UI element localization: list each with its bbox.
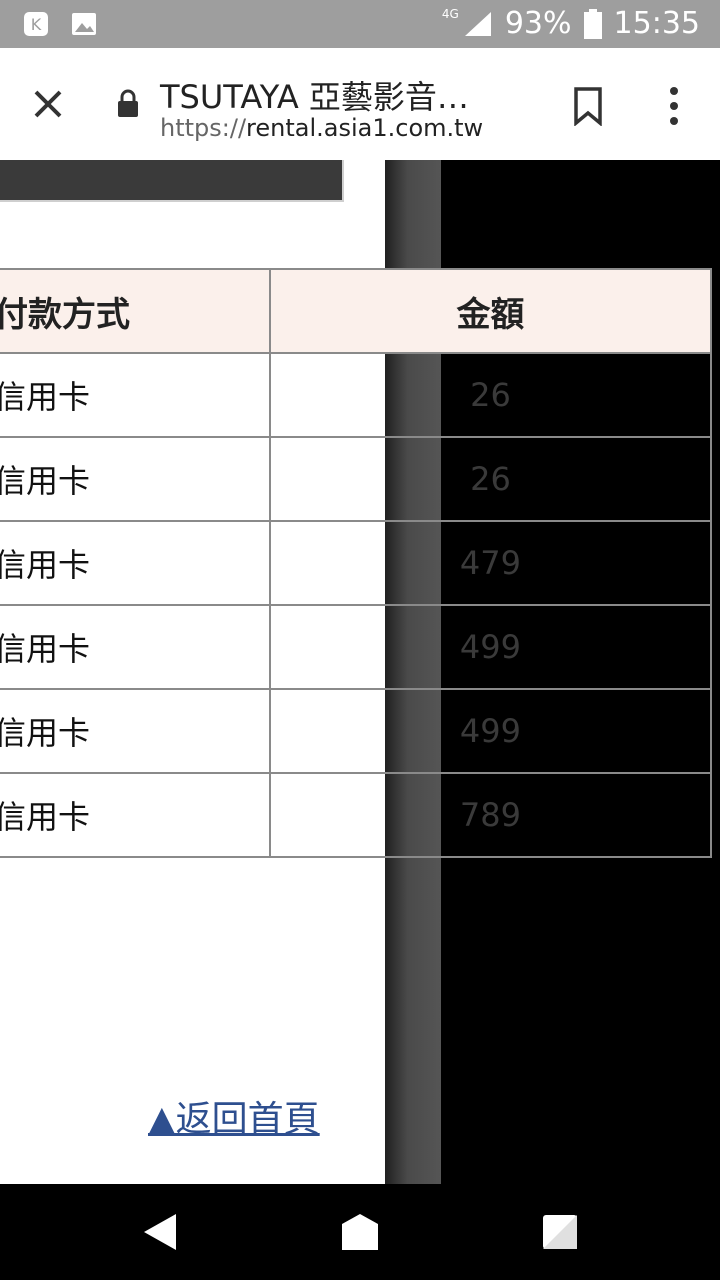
lock-icon[interactable] <box>116 88 140 118</box>
table-row: 信用卡 26 <box>0 352 713 438</box>
svg-text:K: K <box>31 15 42 34</box>
bookmark-icon[interactable] <box>572 86 604 126</box>
table-row: 信用卡 499 <box>0 688 713 774</box>
system-nav-bar <box>0 1184 720 1280</box>
payment-method-cell: 信用卡 <box>0 436 271 522</box>
payment-method-cell: 信用卡 <box>0 352 271 438</box>
status-bar: K 4G 93% 15:35 <box>0 0 720 48</box>
clock: 15:35 <box>613 6 700 41</box>
app-notification-icon: K <box>24 12 48 36</box>
amount-cell: 499 <box>268 604 713 690</box>
amount-cell: 26 <box>268 352 713 438</box>
header-amount: 金額 <box>268 268 713 354</box>
table-row: 信用卡 26 <box>0 436 713 522</box>
amount-cell: 789 <box>268 772 713 858</box>
payment-method-cell: 信用卡 <box>0 604 271 690</box>
url-scheme: https:// <box>160 114 247 142</box>
page-url[interactable]: https://rental.asia1.com.tw <box>160 114 483 142</box>
amount-cell: 26 <box>268 436 713 522</box>
web-content: 付款方式 金額 信用卡 26 信用卡 26 信用卡 479 信用卡 499 信用 <box>0 160 720 1184</box>
signal-icon <box>464 11 491 36</box>
battery-percent: 93% <box>504 6 572 41</box>
image-notification-icon <box>72 13 96 35</box>
network-type: 4G <box>441 6 459 21</box>
amount-cell: 499 <box>268 688 713 774</box>
top-banner <box>0 160 344 202</box>
more-options-icon[interactable] <box>662 84 686 128</box>
home-icon[interactable] <box>340 1212 380 1252</box>
close-icon[interactable] <box>28 84 68 124</box>
payment-method-cell: 信用卡 <box>0 520 271 606</box>
payment-method-cell: 信用卡 <box>0 772 271 858</box>
back-to-home-link[interactable]: ▲返回首頁 <box>148 1090 320 1142</box>
transactions-table: 付款方式 金額 信用卡 26 信用卡 26 信用卡 479 信用卡 499 信用 <box>0 268 713 858</box>
browser-toolbar: TSUTAYA 亞藝影音… https://rental.asia1.com.t… <box>0 48 720 161</box>
back-icon[interactable] <box>140 1212 180 1252</box>
header-payment-method: 付款方式 <box>0 268 271 354</box>
recents-icon[interactable] <box>540 1212 580 1252</box>
page-title: TSUTAYA 亞藝影音… <box>160 78 469 116</box>
table-row: 信用卡 789 <box>0 772 713 858</box>
table-row: 信用卡 499 <box>0 604 713 690</box>
payment-method-cell: 信用卡 <box>0 688 271 774</box>
url-host: rental.asia1.com.tw <box>246 114 484 142</box>
amount-cell: 479 <box>268 520 713 606</box>
battery-icon <box>583 8 602 39</box>
table-row: 信用卡 479 <box>0 520 713 606</box>
table-header-row: 付款方式 金額 <box>0 268 713 354</box>
